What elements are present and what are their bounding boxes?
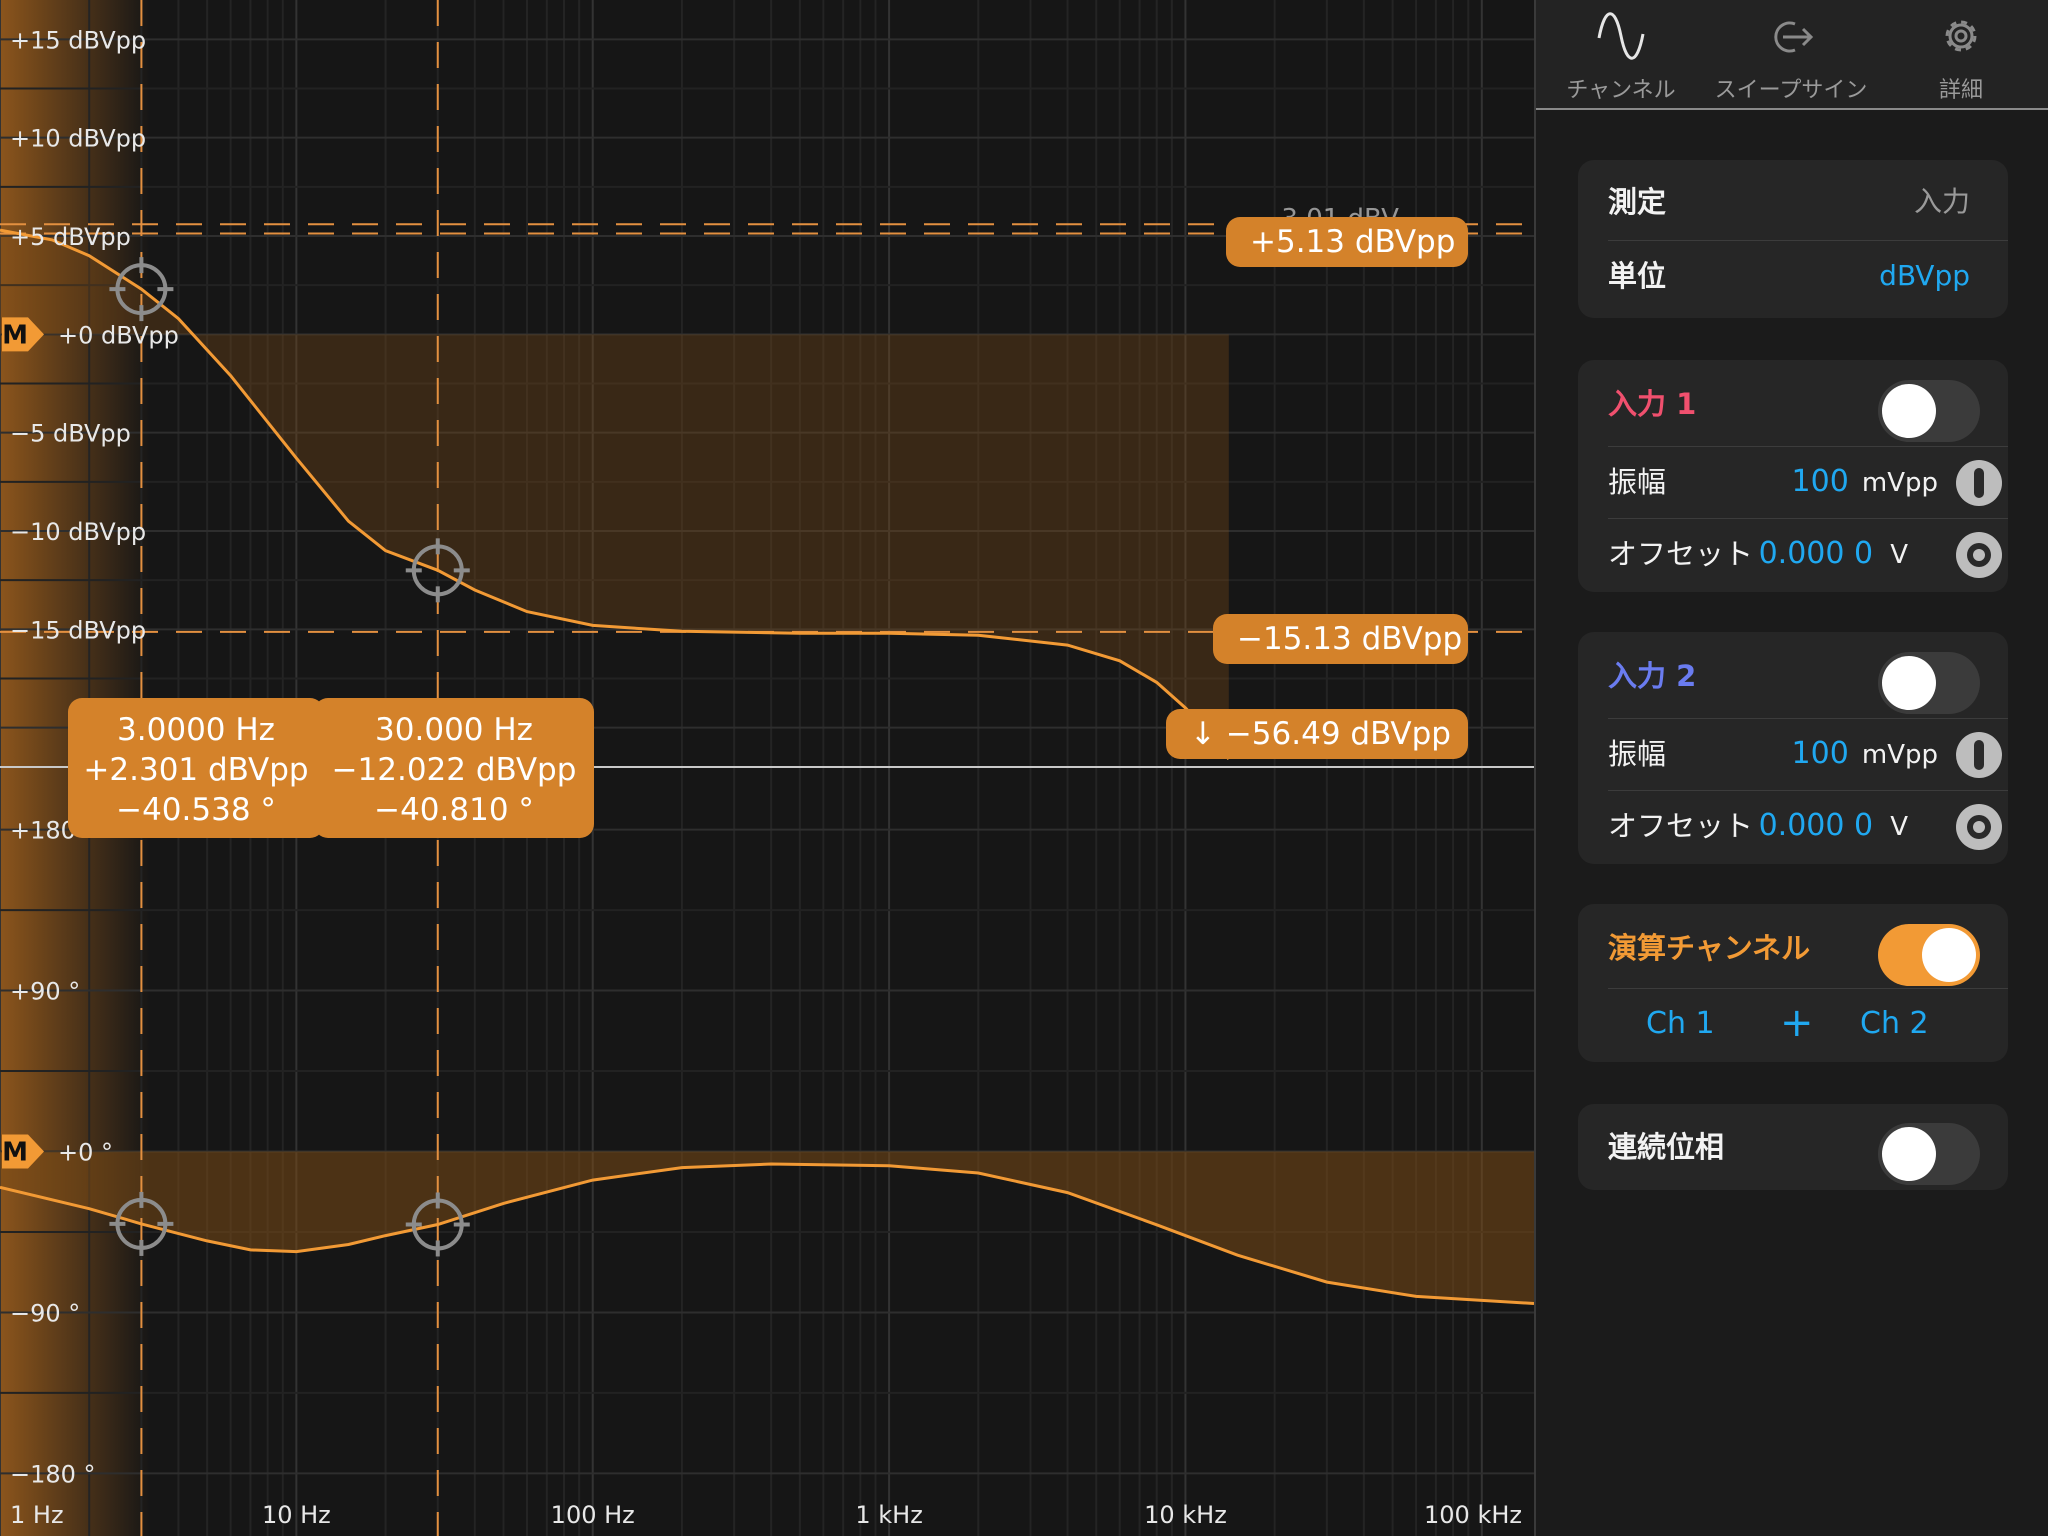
measure-row[interactable]: 測定 入力 [1578,166,2008,238]
continuous-phase-row: 連続位相 [1578,1111,2008,1185]
input-2-offset-value[interactable]: 0.000 0 [1759,808,1874,843]
zero-marker-label: M [2,1138,28,1168]
math-right-operand[interactable]: Ch 2 [1860,988,1929,1060]
input-2-card: 入力 2 振幅 100 mVpp オフセット 0.000 0 V [1578,632,2008,864]
input-2-amplitude-knob[interactable] [1956,732,2002,778]
input-1-amplitude-label: 振幅 [1608,465,1667,499]
tab-bar: チャンネル スイープサイン 詳細 [1536,0,2048,110]
input-1-offset-row: オフセット 0.000 0 V [1578,518,2008,590]
input-1-amplitude-value[interactable]: 100 [1792,464,1849,499]
input-2-amplitude-label: 振幅 [1608,737,1667,771]
continuous-phase-card: 連続位相 [1578,1104,2008,1190]
continuous-phase-label: 連続位相 [1608,1130,1725,1164]
input-1-header: 入力 1 [1578,368,2008,442]
y-tick-label: +0 dBVpp [58,321,179,349]
y-tick-label: +5 dBVpp [10,223,131,251]
cursor-2-freq: 30.000 Hz [375,712,533,748]
lower-level-tag[interactable]: −15.13 dBVpp [1213,614,1468,664]
input-1-offset-unit: V [1890,540,1908,570]
x-tick-label: 10 Hz [262,1501,331,1529]
tab-channel-label: チャンネル [1566,78,1676,103]
y-tick-label: −90 ° [10,1299,80,1327]
input-2-offset-label: オフセット [1608,809,1754,843]
math-channel-header: 演算チャンネル [1578,912,2008,986]
y-tick-label: −15 dBVpp [10,616,146,644]
input-1-title: 入力 1 [1608,387,1697,421]
math-left-operand[interactable]: Ch 1 [1646,988,1715,1060]
cursor-2-mag: −12.022 dBVpp [331,752,577,788]
x-tick-label: 1 kHz [855,1501,922,1529]
math-expression-row: Ch 1 + Ch 2 [1578,988,2008,1060]
input-1-amplitude-row: 振幅 100 mVpp [1578,446,2008,518]
continuous-phase-toggle[interactable] [1878,1123,1980,1185]
input-1-card: 入力 1 振幅 100 mVpp オフセット 0.000 0 V [1578,360,2008,592]
y-tick-label: +0 ° [58,1139,113,1167]
input-1-toggle[interactable] [1878,380,1980,442]
input-2-title: 入力 2 [1608,659,1697,693]
zero-marker-label: M [2,320,28,350]
tab-sweep-sine[interactable]: スイープサイン [1706,0,1876,108]
settings-panel: チャンネル スイープサイン 詳細 測定 入力 単位 dBVpp 入力 1 振幅 … [1534,0,2048,1536]
y-tick-label: +10 dBVpp [10,125,146,153]
unit-label: 単位 [1608,259,1667,293]
plot-area[interactable]: +15 dBVpp +10 dBVpp +5 dBVpp +0 dBVpp −5 dBV… [0,0,1534,1536]
cursor-1-freq: 3.0000 Hz [117,712,275,748]
y-tick-label: +90 ° [10,978,80,1006]
input-2-header: 入力 2 [1578,640,2008,714]
upper-level-tag[interactable]: +5.13 dBVpp [1226,217,1468,267]
unit-row[interactable]: 単位 dBVpp [1578,240,2008,312]
input-2-amplitude-unit: mVpp [1861,740,1938,770]
tab-details[interactable]: 詳細 [1876,0,2046,108]
tab-details-label: 詳細 [1938,78,1983,103]
y-tick-label: −180 ° [10,1460,96,1488]
x-tick-label: 10 kHz [1144,1501,1227,1529]
tab-sweep-sine-label: スイープサイン [1714,78,1868,103]
cursor-1-phase: −40.538 ° [116,792,276,828]
minimum-level-tag[interactable]: ↓ −56.49 dBVpp [1166,709,1468,759]
cursor-readout-1[interactable]: 3.0000 Hz +2.301 dBVpp −40.538 ° [68,698,324,838]
input-2-amplitude-row: 振幅 100 mVpp [1578,718,2008,790]
x-tick-label: 100 kHz [1424,1501,1522,1529]
input-1-amplitude-unit: mVpp [1861,468,1938,498]
math-operator[interactable]: + [1780,988,1814,1058]
tab-channel[interactable]: チャンネル [1536,0,1706,108]
y-tick-label: +15 dBVpp [10,26,146,54]
x-axis-labels: 1 Hz 10 Hz 100 Hz 1 kHz 10 kHz 100 kHz [10,1501,1522,1529]
input-1-offset-value[interactable]: 0.000 0 [1759,536,1874,571]
math-channel-title: 演算チャンネル [1608,931,1811,965]
input-2-offset-knob[interactable] [1956,804,2002,850]
input-1-amplitude-knob[interactable] [1956,460,2002,506]
input-2-offset-row: オフセット 0.000 0 V [1578,790,2008,862]
cursor-2-phase: −40.810 ° [374,792,534,828]
math-channel-card: 演算チャンネル Ch 1 + Ch 2 [1578,904,2008,1062]
y-tick-label: −5 dBVpp [10,420,131,448]
x-tick-label: 1 Hz [10,1501,64,1529]
input-2-offset-unit: V [1890,812,1908,842]
cursor-readout-2[interactable]: 30.000 Hz −12.022 dBVpp −40.810 ° [314,698,594,838]
gear-icon [1945,20,1977,52]
measurement-card: 測定 入力 単位 dBVpp [1578,160,2008,318]
magnitude-fill [0,230,1229,760]
sine-wave-icon [1597,12,1645,60]
math-channel-toggle[interactable] [1878,924,1980,986]
x-tick-label: 100 Hz [551,1501,635,1529]
input-2-toggle[interactable] [1878,652,1980,714]
input-1-offset-label: オフセット [1608,537,1754,571]
input-2-amplitude-value[interactable]: 100 [1792,736,1849,771]
unit-value[interactable]: dBVpp [1879,240,1970,312]
cursor-1-mag: +2.301 dBVpp [83,752,309,788]
measure-label: 測定 [1608,185,1667,219]
y-tick-label: −10 dBVpp [10,518,146,546]
input-1-offset-knob[interactable] [1956,532,2002,578]
export-arrow-icon [1774,21,1814,53]
measure-value[interactable]: 入力 [1914,166,1970,238]
